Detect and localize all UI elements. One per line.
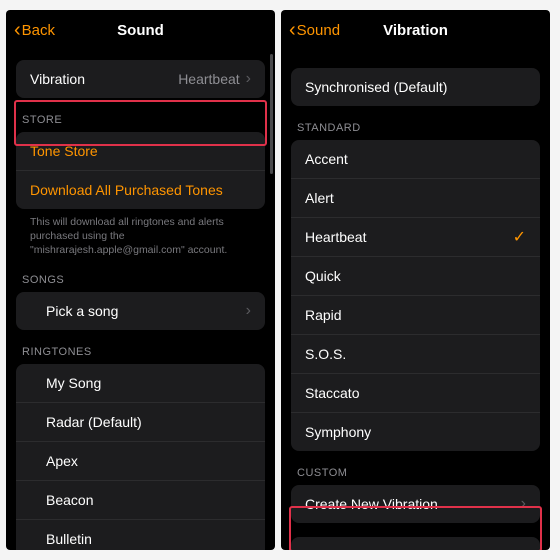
- standard-label: Symphony: [305, 424, 371, 440]
- ringtone-label: Radar (Default): [46, 414, 142, 430]
- download-footnote: This will download all ringtones and ale…: [6, 209, 275, 258]
- standard-row[interactable]: Accent: [291, 140, 540, 178]
- none-row[interactable]: None: [291, 537, 540, 550]
- songs-header: SONGS: [6, 258, 275, 292]
- checkmark-icon: ✓: [513, 227, 526, 247]
- custom-group: Create New Vibration ›: [291, 485, 540, 523]
- chevron-right-icon: ›: [246, 302, 251, 320]
- ringtone-label: Apex: [46, 453, 78, 469]
- standard-label: S.O.S.: [305, 346, 346, 362]
- nav-bar: ‹ Sound Vibration: [281, 10, 550, 50]
- scroll-area: Synchronised (Default) STANDARD Accent A…: [281, 50, 550, 550]
- phone-sound: ‹ Back Sound Vibration Heartbeat › STORE: [6, 10, 275, 550]
- standard-row[interactable]: Quick: [291, 256, 540, 295]
- pick-song-label: Pick a song: [46, 303, 118, 319]
- ringtone-label: Bulletin: [46, 531, 92, 547]
- back-label: Back: [22, 22, 55, 39]
- ringtone-label: Beacon: [46, 492, 93, 508]
- vibration-row[interactable]: Vibration Heartbeat ›: [16, 60, 265, 98]
- vibration-label: Vibration: [30, 71, 85, 87]
- standard-label: Accent: [305, 151, 348, 167]
- vibration-value: Heartbeat: [178, 71, 239, 87]
- standard-label: Alert: [305, 190, 334, 206]
- standard-row[interactable]: Alert: [291, 178, 540, 217]
- scroll-area: Vibration Heartbeat › STORE Tone Store D…: [6, 50, 275, 550]
- download-all-label: Download All Purchased Tones: [30, 182, 223, 198]
- chevron-left-icon: ‹: [289, 20, 296, 40]
- standard-row[interactable]: Symphony: [291, 412, 540, 451]
- chevron-right-icon: ›: [246, 70, 251, 88]
- page-title: Vibration: [383, 22, 448, 39]
- chevron-right-icon: ›: [521, 495, 526, 513]
- chevron-left-icon: ‹: [14, 20, 21, 40]
- ringtone-label: My Song: [46, 375, 101, 391]
- sync-row[interactable]: Synchronised (Default): [291, 68, 540, 106]
- pick-song-row[interactable]: Pick a song ›: [16, 292, 265, 330]
- back-button[interactable]: ‹ Back: [14, 10, 55, 50]
- ringtone-row[interactable]: Radar (Default): [16, 402, 265, 441]
- scrollbar[interactable]: [270, 54, 273, 174]
- standard-row[interactable]: Rapid: [291, 295, 540, 334]
- ringtones-group: My Song Radar (Default) Apex Beacon Bull…: [16, 364, 265, 550]
- standard-header: STANDARD: [281, 106, 550, 140]
- download-all-row[interactable]: Download All Purchased Tones: [16, 170, 265, 209]
- none-label: None: [305, 548, 338, 550]
- standard-label: Staccato: [305, 385, 359, 401]
- ringtone-row[interactable]: Beacon: [16, 480, 265, 519]
- ringtone-row[interactable]: My Song: [16, 364, 265, 402]
- standard-label: Rapid: [305, 307, 342, 323]
- tone-store-row[interactable]: Tone Store: [16, 132, 265, 170]
- sync-group: Synchronised (Default): [291, 68, 540, 106]
- custom-header: CUSTOM: [281, 451, 550, 485]
- standard-row[interactable]: Staccato: [291, 373, 540, 412]
- create-vibration-row[interactable]: Create New Vibration ›: [291, 485, 540, 523]
- back-label: Sound: [297, 22, 340, 39]
- standard-row[interactable]: S.O.S.: [291, 334, 540, 373]
- back-button[interactable]: ‹ Sound: [289, 10, 340, 50]
- standard-label: Quick: [305, 268, 341, 284]
- sync-label: Synchronised (Default): [305, 79, 447, 95]
- vibration-group: Vibration Heartbeat ›: [16, 60, 265, 98]
- store-group: Tone Store Download All Purchased Tones: [16, 132, 265, 209]
- create-vibration-label: Create New Vibration: [305, 496, 438, 512]
- none-group: None: [291, 537, 540, 550]
- ringtone-row[interactable]: Bulletin: [16, 519, 265, 550]
- page-title: Sound: [117, 22, 164, 39]
- tone-store-label: Tone Store: [30, 143, 98, 159]
- standard-group: Accent Alert Heartbeat ✓ Quick Rapid S.O.…: [291, 140, 540, 451]
- ringtone-row[interactable]: Apex: [16, 441, 265, 480]
- standard-label: Heartbeat: [305, 229, 366, 245]
- store-header: STORE: [6, 98, 275, 132]
- songs-group: Pick a song ›: [16, 292, 265, 330]
- phone-vibration: ‹ Sound Vibration Synchronised (Default)…: [281, 10, 550, 550]
- standard-row-selected[interactable]: Heartbeat ✓: [291, 217, 540, 256]
- ringtones-header: RINGTONES: [6, 330, 275, 364]
- nav-bar: ‹ Back Sound: [6, 10, 275, 50]
